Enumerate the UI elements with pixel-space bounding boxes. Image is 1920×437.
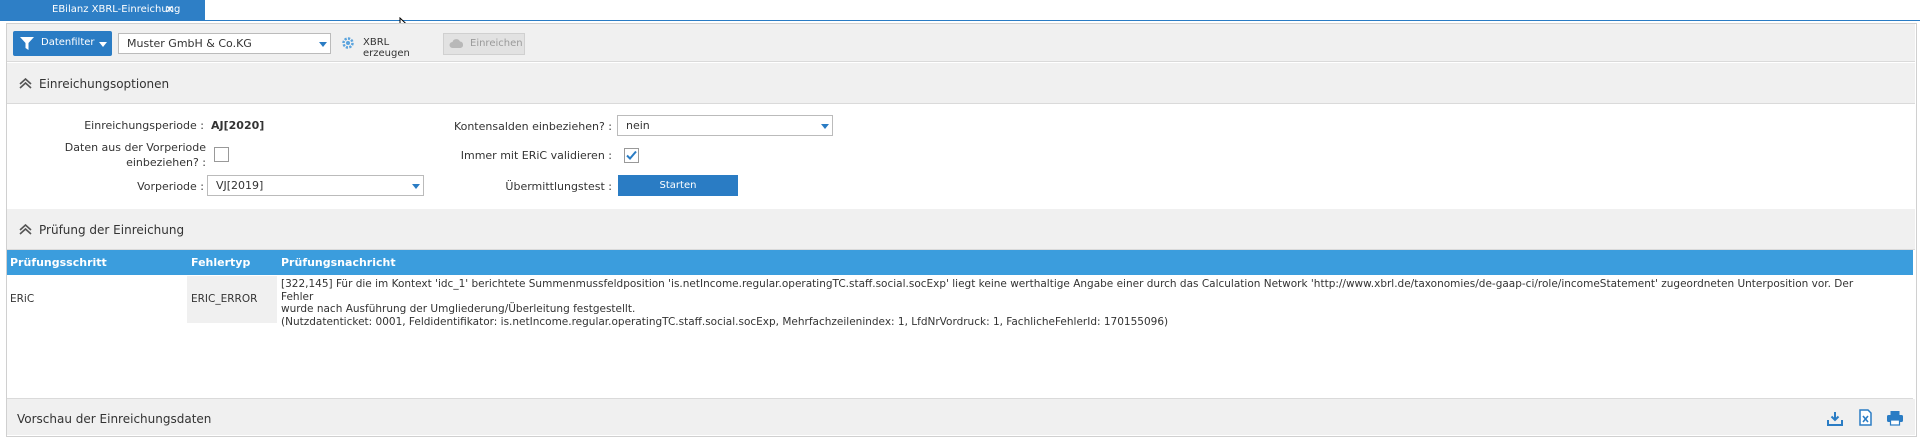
prev-period-label: Vorperiode : [137, 180, 204, 193]
tab-close-icon[interactable]: ✕ [165, 3, 174, 16]
table-row-message[interactable]: [322,145] Für die im Kontext 'idc_1' ber… [281, 278, 1881, 328]
check-grid-header: Prüfungsschritt Fehlertyp Prüfungsnachri… [7, 250, 1913, 275]
test-label: Übermittlungstest : [505, 180, 612, 193]
tab-ebilanz[interactable]: EBilanz XBRL-Einreichung ✕ [0, 0, 205, 20]
start-button[interactable]: Starten [618, 175, 738, 196]
balances-value: nein [626, 119, 650, 132]
checkmark-icon [626, 150, 637, 160]
prev-data-label-1: Daten aus der Vorperiode [64, 141, 206, 154]
xbrl-generate-label: XBRL erzeugen [363, 37, 410, 59]
download-icon[interactable] [1827, 411, 1843, 426]
excel-icon[interactable] [1859, 409, 1872, 426]
print-icon[interactable] [1886, 410, 1904, 426]
table-row-step[interactable]: ERiC [10, 293, 34, 305]
submit-label: Einreichen [470, 38, 523, 49]
eric-label: Immer mit ERiC validieren : [460, 149, 612, 162]
collapse-arrow-icon[interactable] [19, 224, 32, 235]
options-section-header[interactable]: Einreichungsoptionen [7, 63, 1915, 104]
collapse-arrow-icon[interactable] [19, 78, 32, 89]
data-filter-label: Datenfilter [41, 37, 95, 48]
cloud-upload-icon [449, 38, 464, 49]
period-label: Einreichungsperiode : [84, 119, 204, 132]
period-value: AJ[2020] [211, 119, 265, 132]
submit-button[interactable]: Einreichen [443, 33, 525, 55]
tab-strip [0, 0, 1920, 21]
chevron-down-icon [821, 124, 829, 129]
chevron-down-icon [412, 184, 420, 189]
column-header-step[interactable]: Prüfungsschritt [10, 256, 107, 269]
prev-data-label-2: einbeziehen? : [126, 156, 206, 169]
table-row-type[interactable]: ERIC_ERROR [191, 293, 257, 305]
prev-period-value: VJ[2019] [216, 179, 264, 192]
options-section-title: Einreichungsoptionen [39, 77, 170, 91]
data-filter-button[interactable]: Datenfilter [13, 31, 112, 56]
message-line-2: wurde nach Ausführung der Umgliederung/Ü… [281, 303, 636, 315]
balances-select[interactable]: nein [617, 115, 833, 136]
balances-label: Kontensalden einbeziehen? : [453, 120, 612, 133]
preview-section-title: Vorschau der Einreichungsdaten [17, 412, 212, 426]
check-section-header[interactable]: Prüfung der Einreichung [7, 209, 1915, 250]
prev-period-select[interactable]: VJ[2019] [207, 175, 424, 196]
column-header-type[interactable]: Fehlertyp [191, 256, 250, 269]
filter-icon [20, 37, 34, 50]
tab-label: EBilanz XBRL-Einreichung [52, 4, 181, 15]
message-line-3: (Nutzdatenticket: 0001, Feldidentifikato… [281, 315, 1169, 328]
check-section-title: Prüfung der Einreichung [39, 223, 185, 237]
chevron-down-icon [99, 42, 107, 47]
xbrl-generate-button[interactable]: XBRL erzeugen [341, 34, 437, 59]
message-line-1: [322,145] Für die im Kontext 'idc_1' ber… [281, 278, 1854, 303]
gear-icon [341, 36, 355, 50]
eric-checkbox[interactable] [624, 148, 639, 163]
prev-data-checkbox[interactable] [214, 147, 229, 162]
preview-section-header[interactable]: Vorschau der Einreichungsdaten [7, 399, 1915, 435]
company-select-value: Muster GmbH & Co.KG [127, 37, 252, 50]
column-header-message[interactable]: Prüfungsnachricht [281, 256, 396, 269]
chevron-down-icon [319, 42, 327, 47]
company-select[interactable]: Muster GmbH & Co.KG [118, 33, 331, 54]
